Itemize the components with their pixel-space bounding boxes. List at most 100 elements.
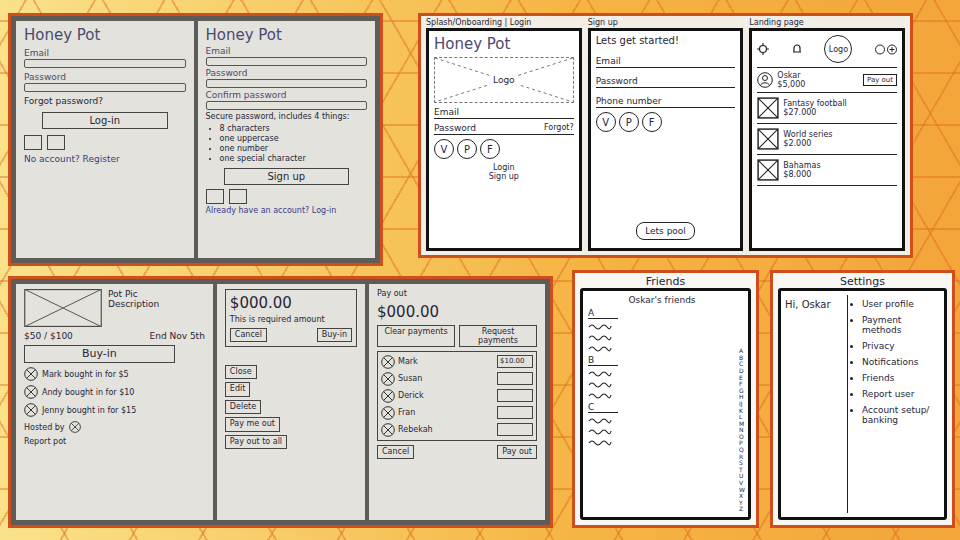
field-box[interactable]: [24, 83, 186, 92]
field[interactable]: Email: [24, 48, 186, 68]
lets-pool-button[interactable]: Lets pool: [636, 222, 695, 240]
action-button[interactable]: Delete: [225, 400, 261, 414]
social-icon[interactable]: [24, 135, 42, 150]
alphabet-index[interactable]: ABCDEFGHIJKLMNOPQRSTUVWXYZ: [739, 348, 745, 513]
rule: one uppercase: [220, 134, 368, 144]
login-link[interactable]: Already have an account? Log-in: [206, 206, 368, 216]
image-placeholder-icon: [757, 128, 779, 150]
user-balance: $5,000: [777, 80, 859, 89]
signup-column: Sign upLets get started!EmailPasswordPho…: [588, 18, 744, 251]
action-button[interactable]: Pay me out: [225, 417, 280, 431]
settings-item[interactable]: Account setup/ banking: [862, 405, 940, 425]
signup-button[interactable]: Sign up: [224, 168, 350, 185]
friends-panel: Friends Oskar's friendsABCABCDEFGHIJKLMNO…: [572, 270, 759, 528]
action-button[interactable]: Pay out to all: [225, 435, 287, 449]
bell-icon[interactable]: [792, 43, 802, 55]
report-link[interactable]: Report pot: [24, 437, 205, 447]
login-button[interactable]: Log-in: [42, 112, 168, 129]
pot-row[interactable]: World series$2.000: [757, 128, 897, 155]
friends-list: Oskar's friendsABC: [588, 295, 736, 513]
friend-name-squiggle-icon[interactable]: [588, 333, 612, 341]
field[interactable]: Confirm password: [206, 90, 368, 110]
settings-screen: Hi, OskarUser profilePayment methodsPriv…: [778, 288, 947, 520]
forgot-link[interactable]: Forgot?: [544, 123, 574, 133]
member-row: Susan: [381, 372, 533, 386]
friend-name-squiggle-icon[interactable]: [588, 369, 612, 377]
field[interactable]: Password: [596, 72, 736, 88]
social-button[interactable]: V: [434, 139, 454, 159]
avatar-icon: [757, 72, 773, 88]
register-link[interactable]: No account? Register: [24, 154, 186, 164]
social-icon[interactable]: [47, 135, 65, 150]
field[interactable]: Email: [596, 52, 736, 68]
member-amount-field[interactable]: [497, 406, 533, 419]
friend-name-squiggle-icon[interactable]: [588, 416, 612, 424]
auth-link[interactable]: Login: [493, 163, 515, 172]
settings-item[interactable]: Notifications: [862, 357, 940, 367]
field[interactable]: Email: [206, 46, 368, 66]
add-icons[interactable]: [875, 44, 897, 55]
social-icon[interactable]: [229, 189, 247, 204]
image-placeholder-icon: [757, 159, 779, 181]
pot-end: End Nov 5th: [150, 331, 205, 341]
card-button[interactable]: Buy-in: [317, 328, 352, 342]
gear-icon[interactable]: [757, 43, 769, 55]
screen-caption: Friends: [580, 275, 751, 288]
social-icon[interactable]: [206, 189, 224, 204]
pot-info: Fantasy football$27.000: [783, 99, 847, 117]
pay-out-button[interactable]: Pay out: [863, 74, 897, 86]
settings-item[interactable]: Payment methods: [862, 315, 940, 335]
member-amount-field[interactable]: [497, 389, 533, 402]
friend-name-squiggle-icon[interactable]: [588, 380, 612, 388]
pot-row[interactable]: Bahamas$8.000: [757, 159, 897, 186]
social-button[interactable]: P: [457, 139, 477, 159]
forgot-link[interactable]: Forgot password?: [24, 96, 186, 106]
footer-button[interactable]: Cancel: [377, 445, 414, 459]
member-amount-field[interactable]: [497, 372, 533, 385]
friend-name-squiggle-icon[interactable]: [588, 322, 612, 330]
screen-caption: Sign up: [588, 18, 744, 27]
payment-button[interactable]: Request payments: [459, 325, 537, 347]
social-button[interactable]: F: [642, 112, 662, 132]
footer-button[interactable]: Pay out: [497, 445, 537, 459]
social-button[interactable]: V: [596, 112, 616, 132]
settings-item[interactable]: User profile: [862, 299, 940, 309]
member-name: Derick: [398, 391, 494, 400]
social-button[interactable]: P: [619, 112, 639, 132]
field-label: Password: [206, 68, 368, 78]
auth-link[interactable]: Sign up: [489, 172, 519, 181]
payment-button[interactable]: Clear payments: [377, 325, 455, 347]
friend-name-squiggle-icon[interactable]: [588, 391, 612, 399]
field-box[interactable]: [206, 101, 368, 110]
action-button[interactable]: Edit: [225, 382, 251, 396]
rule: one special character: [220, 154, 368, 164]
field[interactable]: Email: [434, 107, 574, 119]
field[interactable]: PasswordForgot?: [434, 123, 574, 135]
host-avatar-icon: [69, 421, 81, 433]
friend-name-squiggle-icon[interactable]: [588, 438, 612, 446]
field[interactable]: Password: [24, 72, 186, 92]
field-box[interactable]: [24, 59, 186, 68]
member-amount-field[interactable]: [497, 423, 533, 436]
settings-item[interactable]: Report user: [862, 389, 940, 399]
buy-in-button[interactable]: Buy-in: [24, 345, 175, 363]
pot-row[interactable]: Fantasy football$27.000: [757, 97, 897, 124]
member-row: Mark$10.00: [381, 355, 533, 369]
settings-item[interactable]: Privacy: [862, 341, 940, 351]
friend-name-squiggle-icon[interactable]: [588, 344, 612, 352]
card-button[interactable]: Cancel: [230, 328, 267, 342]
friend-name-squiggle-icon[interactable]: [588, 427, 612, 435]
settings-item[interactable]: Friends: [862, 373, 940, 383]
member-amount[interactable]: $10.00: [497, 355, 533, 368]
field-label: Phone number: [596, 96, 662, 106]
buyer-text: Jenny bought in for $15: [42, 406, 136, 415]
social-button[interactable]: F: [480, 139, 500, 159]
field-box[interactable]: [206, 79, 368, 88]
notebook: Honey PotEmailPasswordForgot password?Lo…: [11, 16, 380, 263]
field-box[interactable]: [206, 57, 368, 66]
field[interactable]: Password: [206, 68, 368, 88]
field[interactable]: Phone number: [596, 92, 736, 108]
action-button[interactable]: Close: [225, 365, 257, 379]
member-name: Fran: [398, 408, 494, 417]
friends-section: A: [588, 308, 736, 352]
